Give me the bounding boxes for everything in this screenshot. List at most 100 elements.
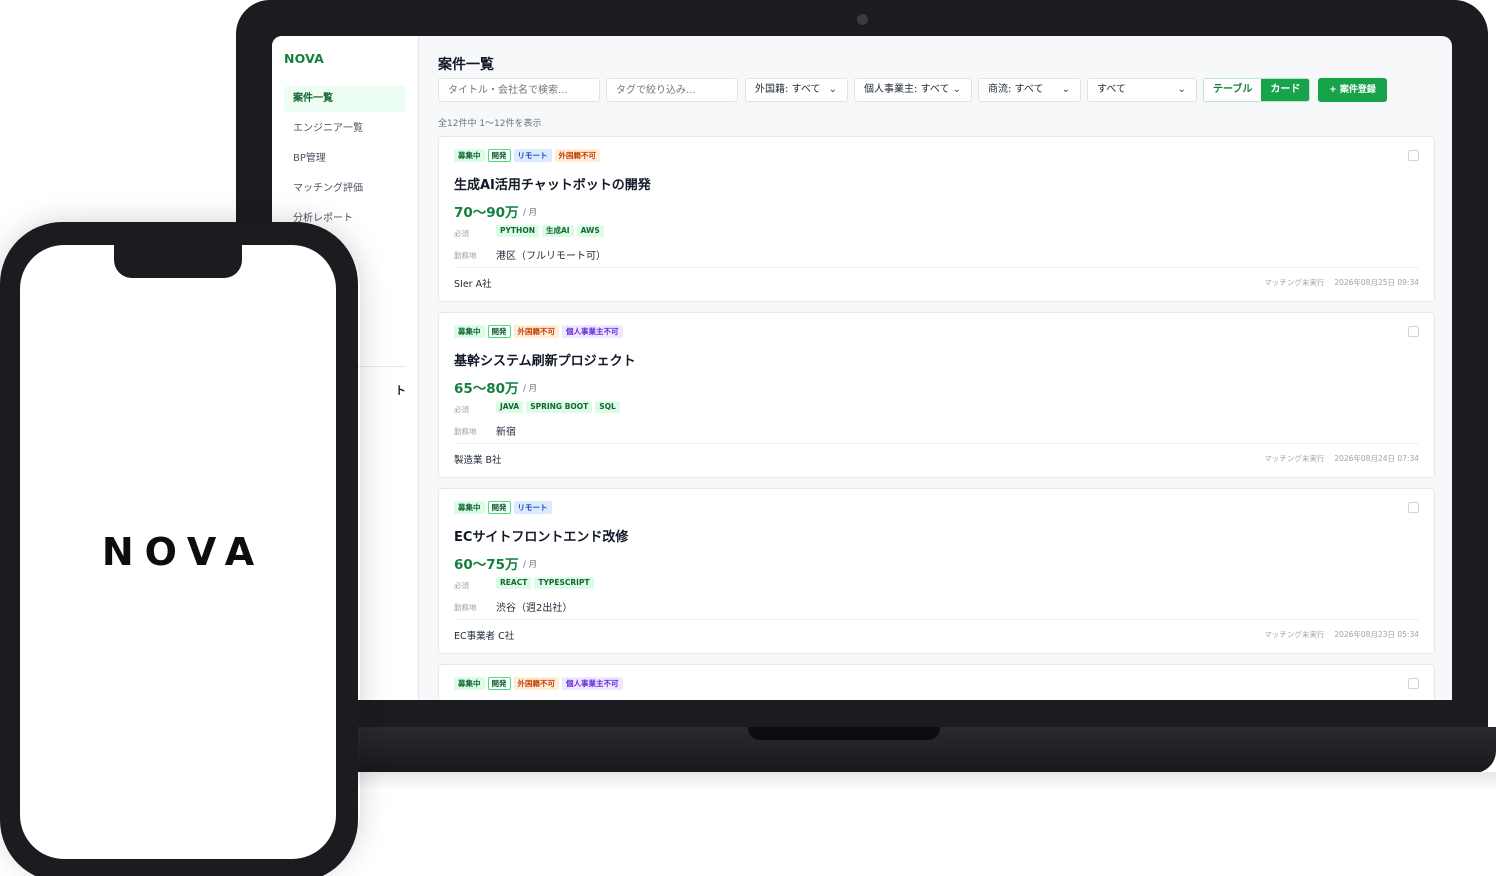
location-label: 勤務地 [454,603,477,612]
chevron-down-icon: ⌄ [828,84,837,95]
status-badge: 募集中 [454,149,485,162]
job-title[interactable]: ECサイトフロントエンド改修 [454,526,628,545]
phone-splash-logo: NOVA [101,530,266,574]
remote-badge: リモート [513,149,552,162]
company-name: 製造業 B社 [454,455,502,466]
result-count: 全12件中 1〜12件を表示 [438,119,542,129]
skill-tag: SQL [595,401,620,413]
foreign-filter-value: 外国籍: すべて [755,84,821,95]
device-mockup-stage: NOVA 案件一覧 エンジニア一覧 BP管理 マッチング評価 分析レポート ト … [0,0,1496,876]
matching-status: マッチング未実行 [1264,454,1325,463]
add-job-button[interactable]: + 案件登録 [1318,78,1387,102]
sole-proprietor-filter-select[interactable]: 個人事業主: すべて ⌄ [854,78,972,102]
sole-proprietor-badge: 個人事業主不可 [562,325,623,338]
category-badge: 開発 [487,149,511,162]
foreign-badge: 外国籍不可 [554,149,600,162]
required-skills: JAVA SPRING BOOT SQL [496,401,620,413]
card-view-button[interactable]: カード [1261,79,1310,101]
phone-notch [114,245,242,278]
job-tags: 募集中 開発 リモート 外国籍不可 [454,149,600,162]
skill-tag: TYPESCRIPT [534,577,594,589]
remote-badge: リモート [513,501,552,514]
page-title: 案件一覧 [438,57,494,73]
company-name: SIer A社 [454,279,492,290]
select-checkbox[interactable] [1408,502,1419,513]
laptop-base-notch [748,727,940,740]
updated-date: 2026年08月24日 07:34 [1334,454,1419,463]
main-content: 案件一覧 外国籍: すべて ⌄ 個人事業主: すべて ⌄ 商流: すべて ⌄ す… [438,36,1438,700]
job-card[interactable]: 募集中 開発 外国籍不可 個人事業主不可 [438,664,1435,700]
company-name: EC事業者 C社 [454,631,515,642]
select-checkbox[interactable] [1408,326,1419,337]
job-price: 60〜75万 [454,557,519,573]
job-location: 新宿 [496,427,516,438]
job-title[interactable]: 生成AI活用チャットボットの開発 [454,174,651,193]
card-divider [454,267,1419,268]
sidebar-item-bp[interactable]: BP管理 [284,146,406,172]
laptop-shadow [330,772,1496,790]
category-badge: 開発 [487,501,511,514]
foreign-filter-select[interactable]: 外国籍: すべて ⌄ [745,78,848,102]
view-toggle: テーブル カード [1203,78,1311,102]
skill-tag: REACT [496,577,532,589]
category-badge: 開発 [487,677,511,690]
status-filter-select[interactable]: すべて ⌄ [1087,78,1197,102]
price-unit: / 月 [523,208,538,218]
chevron-down-icon: ⌄ [952,84,961,95]
location-label: 勤務地 [454,427,477,436]
commerce-filter-value: 商流: すべて [988,84,1044,95]
updated-date: 2026年08月23日 05:34 [1334,630,1419,639]
table-view-button[interactable]: テーブル [1204,79,1262,101]
status-badge: 募集中 [454,677,485,690]
commerce-filter-select[interactable]: 商流: すべて ⌄ [978,78,1081,102]
required-skills: PYTHON 生成AI AWS [496,225,604,237]
matching-status: マッチング未実行 [1264,630,1325,639]
job-card[interactable]: 募集中 開発 リモート ECサイトフロントエンド改修 60〜75万 / 月 必須… [438,488,1435,654]
card-divider [454,619,1419,620]
required-label: 必須 [454,581,469,590]
sidebar-item-matching[interactable]: マッチング評価 [284,176,406,202]
job-card[interactable]: 募集中 開発 リモート 外国籍不可 生成AI活用チャットボットの開発 70〜90… [438,136,1435,302]
required-label: 必須 [454,405,469,414]
price-unit: / 月 [523,560,538,570]
card-meta: マッチング未実行 2026年08月24日 07:34 [1254,453,1419,464]
skill-tag: JAVA [496,401,524,413]
foreign-badge: 外国籍不可 [513,677,559,690]
tag-filter-input[interactable] [606,78,738,102]
price-unit: / 月 [523,384,538,394]
sidebar-item-jobs[interactable]: 案件一覧 [284,86,406,112]
required-label: 必須 [454,229,469,238]
status-badge: 募集中 [454,325,485,338]
chevron-down-icon: ⌄ [1177,84,1186,95]
skill-tag: PYTHON [496,225,539,237]
select-checkbox[interactable] [1408,678,1419,689]
job-location: 渋谷（週2出社） [496,603,573,614]
select-checkbox[interactable] [1408,150,1419,161]
job-location: 港区（フルリモート可） [496,251,606,262]
job-card[interactable]: 募集中 開発 外国籍不可 個人事業主不可 基幹システム刷新プロジェクト 65〜8… [438,312,1435,478]
camera-icon [857,14,868,25]
job-title[interactable]: 基幹システム刷新プロジェクト [454,350,636,369]
job-price: 70〜90万 [454,205,519,221]
sidebar-item-engineers[interactable]: エンジニア一覧 [284,116,406,142]
job-tags: 募集中 開発 リモート [454,501,552,514]
skill-tag: SPRING BOOT [526,401,593,413]
sole-filter-value: 個人事業主: すべて [864,84,950,95]
skill-tag: AWS [576,225,604,237]
updated-date: 2026年08月25日 09:34 [1334,278,1419,287]
app-logo[interactable]: NOVA [284,51,324,66]
location-label: 勤務地 [454,251,477,260]
skill-tag: 生成AI [541,225,574,237]
search-input[interactable] [438,78,600,102]
chevron-down-icon: ⌄ [1061,84,1070,95]
matching-status: マッチング未実行 [1264,278,1325,287]
card-divider [454,443,1419,444]
laptop-screen: NOVA 案件一覧 エンジニア一覧 BP管理 マッチング評価 分析レポート ト … [272,36,1452,700]
foreign-badge: 外国籍不可 [513,325,559,338]
job-tags: 募集中 開発 外国籍不可 個人事業主不可 [454,677,623,690]
card-meta: マッチング未実行 2026年08月23日 05:34 [1254,629,1419,640]
category-badge: 開発 [487,325,511,338]
job-tags: 募集中 開発 外国籍不可 個人事業主不可 [454,325,623,338]
required-skills: REACT TYPESCRIPT [496,577,594,589]
status-badge: 募集中 [454,501,485,514]
